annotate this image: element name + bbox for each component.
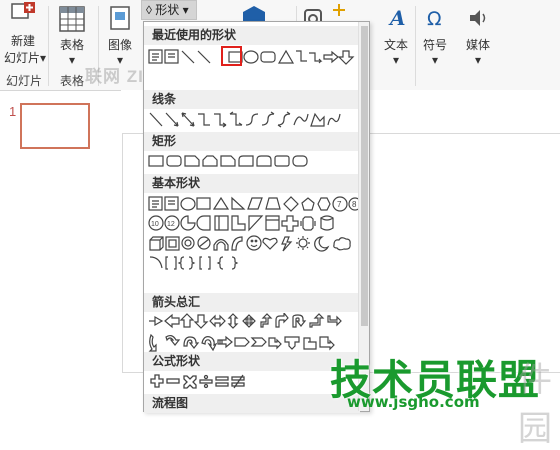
shapes-button[interactable]: ◊ 形状 ▾ bbox=[141, 0, 197, 20]
line-shapes-icons[interactable] bbox=[148, 111, 360, 129]
shapes-label: 形状 bbox=[155, 3, 180, 17]
image-label: 图像 bbox=[107, 38, 132, 52]
svg-text:10: 10 bbox=[151, 221, 159, 228]
image-button[interactable]: 图像 ▾ bbox=[102, 6, 138, 67]
section-rectangles: 矩形 bbox=[144, 132, 360, 151]
symbol-button[interactable]: Ω 符号 ▾ bbox=[417, 6, 453, 67]
slide-thumbnail[interactable] bbox=[20, 103, 90, 149]
new-slide-icon bbox=[11, 2, 35, 19]
text-caret: ▾ bbox=[392, 53, 400, 67]
svg-text:A: A bbox=[388, 6, 406, 30]
section-recent-shapes: 最近使用的形状 bbox=[144, 26, 360, 45]
image-icon bbox=[110, 6, 130, 30]
media-label: 媒体 bbox=[465, 38, 490, 52]
new-slide-label-1: 新建 bbox=[10, 34, 35, 48]
rectangle-shapes-icons[interactable] bbox=[148, 153, 360, 171]
recent-shapes-row[interactable] bbox=[148, 47, 360, 67]
section-equation-shapes: 公式形状 bbox=[144, 352, 360, 371]
svg-text:Ω: Ω bbox=[427, 8, 442, 30]
media-button[interactable]: 媒体 ▾ bbox=[458, 6, 498, 67]
lines-row[interactable] bbox=[148, 111, 360, 129]
group-label-slides: 幻灯片 bbox=[6, 74, 43, 88]
group-label-tables: 表格 bbox=[60, 74, 85, 88]
new-slide-label-2: 幻灯片▾ bbox=[4, 51, 47, 65]
table-button[interactable]: 表格 ▾ bbox=[54, 6, 90, 67]
slide-number: 1 bbox=[9, 104, 17, 119]
svg-text:12: 12 bbox=[167, 221, 175, 228]
equation-row[interactable] bbox=[148, 373, 360, 391]
section-flowchart: 流程图 bbox=[144, 394, 360, 413]
watermark-tail: 件园 bbox=[518, 360, 552, 449]
text-button[interactable]: A 文本 ▾ bbox=[378, 6, 414, 67]
new-slide-button[interactable]: 新建 幻灯片▾ bbox=[4, 2, 47, 66]
table-icon bbox=[59, 6, 85, 32]
sparkle-icon bbox=[333, 4, 345, 16]
equation-shapes-icons[interactable] bbox=[148, 373, 360, 391]
shapes-caret: ▾ bbox=[182, 3, 189, 17]
section-block-arrows: 箭头总汇 bbox=[144, 293, 360, 312]
omega-icon: Ω bbox=[427, 8, 442, 30]
basic-shapes-icons[interactable]: 7 8 10 12 bbox=[148, 195, 360, 285]
separator bbox=[415, 6, 416, 86]
text-icon: A bbox=[388, 6, 406, 30]
separator bbox=[48, 6, 49, 86]
table-label: 表格 bbox=[59, 38, 84, 52]
symbol-label: 符号 bbox=[422, 38, 447, 52]
text-label: 文本 bbox=[383, 38, 408, 52]
speaker-icon bbox=[470, 10, 486, 26]
rectangles-row[interactable] bbox=[148, 153, 360, 171]
shapes-icon: ◊ bbox=[146, 3, 152, 17]
scrollbar-thumb[interactable] bbox=[361, 26, 368, 326]
section-lines: 线条 bbox=[144, 90, 360, 109]
svg-text:7: 7 bbox=[337, 200, 342, 209]
media-caret: ▾ bbox=[474, 53, 482, 67]
recent-shapes-icons[interactable] bbox=[148, 47, 360, 67]
basic-shapes-rows[interactable]: 7 8 10 12 bbox=[148, 195, 360, 285]
selected-rectangle-highlight bbox=[221, 46, 242, 66]
watermark-site-url: www.jsgho.com bbox=[347, 393, 480, 411]
section-basic-shapes: 基本形状 bbox=[144, 174, 360, 193]
symbol-caret: ▾ bbox=[431, 53, 439, 67]
svg-text:8: 8 bbox=[352, 200, 357, 209]
